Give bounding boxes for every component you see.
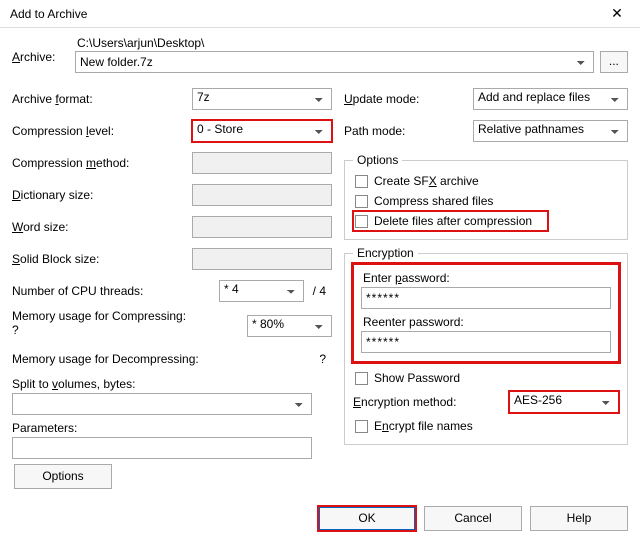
archive-format-label: Archive format: xyxy=(12,92,192,106)
parameters-input[interactable] xyxy=(12,437,312,459)
shared-label: Compress shared files xyxy=(374,194,493,208)
checkbox-icon xyxy=(355,175,368,188)
compression-level-select[interactable]: 0 - Store xyxy=(192,120,332,142)
shared-checkbox-row[interactable]: Compress shared files xyxy=(353,191,619,211)
options-group: Options Create SFX archive Compress shar… xyxy=(344,153,628,240)
show-password-checkbox-row[interactable]: Show Password xyxy=(353,368,619,388)
solid-block-size-select[interactable] xyxy=(192,248,332,270)
sfx-label: Create SFX archive xyxy=(374,174,479,188)
compression-method-select[interactable] xyxy=(192,152,332,174)
show-password-label: Show Password xyxy=(374,371,460,385)
word-size-label: Word size: xyxy=(12,220,192,234)
archive-label: Archive: xyxy=(12,36,67,64)
reenter-password-input[interactable] xyxy=(361,331,611,353)
solid-block-size-label: Solid Block size: xyxy=(12,252,192,266)
close-icon[interactable]: ✕ xyxy=(602,5,632,22)
mem-decompress-label: Memory usage for Decompressing: xyxy=(12,352,304,366)
mem-compress-select[interactable]: * 80% xyxy=(247,315,332,337)
sfx-checkbox-row[interactable]: Create SFX archive xyxy=(353,171,619,191)
checkbox-icon xyxy=(355,215,368,228)
cancel-button[interactable]: Cancel xyxy=(424,506,522,531)
archive-format-select[interactable]: 7z xyxy=(192,88,332,110)
cpu-threads-max: / 4 xyxy=(304,284,332,298)
parameters-label: Parameters: xyxy=(12,421,332,435)
browse-button[interactable]: ... xyxy=(600,51,628,73)
compression-method-label: Compression method: xyxy=(12,156,192,170)
archive-path-text: C:\Users\arjun\Desktop\ xyxy=(75,36,628,50)
help-button[interactable]: Help xyxy=(530,506,628,531)
checkbox-icon xyxy=(355,372,368,385)
mem-decompress-value: ? xyxy=(304,352,332,366)
word-size-select[interactable] xyxy=(192,216,332,238)
cpu-threads-label: Number of CPU threads: xyxy=(12,284,219,298)
archive-filename-combo[interactable] xyxy=(75,51,594,73)
compression-level-label: Compression level: xyxy=(12,124,192,138)
checkbox-icon xyxy=(355,195,368,208)
mem-compress-label: Memory usage for Compressing: xyxy=(12,309,247,323)
delete-after-label: Delete files after compression xyxy=(374,214,532,228)
cpu-threads-select[interactable]: * 4 xyxy=(219,280,304,302)
path-mode-select[interactable]: Relative pathnames xyxy=(473,120,628,142)
encrypt-names-label: Encrypt file names xyxy=(374,419,473,433)
titlebar: Add to Archive ✕ xyxy=(0,0,640,28)
encrypt-names-checkbox-row[interactable]: Encrypt file names xyxy=(353,416,619,436)
encryption-method-select[interactable]: AES-256 xyxy=(509,391,619,413)
options-button[interactable]: Options xyxy=(14,464,112,489)
delete-after-checkbox-row[interactable]: Delete files after compression xyxy=(353,211,548,231)
enter-password-label: Enter password: xyxy=(363,271,611,285)
window-title: Add to Archive xyxy=(10,7,87,21)
dictionary-size-label: Dictionary size: xyxy=(12,188,192,202)
enter-password-input[interactable] xyxy=(361,287,611,309)
mem-compress-sub: ? xyxy=(12,323,247,337)
checkbox-icon xyxy=(355,420,368,433)
encryption-group: Encryption Enter password: Reenter passw… xyxy=(344,246,628,445)
encryption-legend: Encryption xyxy=(353,246,418,260)
ok-button[interactable]: OK xyxy=(318,506,416,531)
options-legend: Options xyxy=(353,153,402,167)
dictionary-size-select[interactable] xyxy=(192,184,332,206)
split-volumes-label: Split to volumes, bytes: xyxy=(12,377,332,391)
path-mode-label: Path mode: xyxy=(344,124,473,138)
update-mode-select[interactable]: Add and replace files xyxy=(473,88,628,110)
reenter-password-label: Reenter password: xyxy=(363,315,611,329)
encryption-method-label: Encryption method: xyxy=(353,395,509,409)
update-mode-label: Update mode: xyxy=(344,92,473,106)
split-volumes-select[interactable] xyxy=(12,393,312,415)
